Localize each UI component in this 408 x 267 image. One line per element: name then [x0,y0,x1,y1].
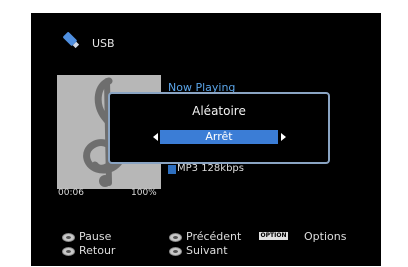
up-button-icon [169,233,182,242]
source-label: USB [92,37,115,50]
hint-options-label[interactable]: Options [304,230,346,243]
screen: USB Now Playing MP3 128kbps 00:06 100% A… [31,13,381,266]
random-mode-value: Arrêt [205,130,233,143]
enter-button-icon [62,233,75,242]
random-mode-popup: Aléatoire Arrêt [108,92,330,164]
format-label: MP3 128kbps [177,163,244,174]
hint-pause-label: Pause [79,230,112,243]
usb-stick-icon [63,32,80,49]
down-button-icon [169,247,182,256]
hint-back-label: Retour [79,244,116,257]
progress-percent: 100% [131,188,157,198]
back-button-icon [62,247,75,256]
random-mode-selector[interactable]: Arrêt [160,130,278,144]
option-button-icon: OPTION [259,232,288,240]
arrow-right-icon[interactable] [281,133,286,141]
popup-title: Aléatoire [192,104,246,118]
arrow-left-icon[interactable] [153,133,158,141]
format-badge-icon [168,165,176,174]
elapsed-time: 00:06 [58,188,84,198]
hint-previous-label: Précédent [186,230,242,243]
hint-next-label: Suivant [186,244,228,257]
